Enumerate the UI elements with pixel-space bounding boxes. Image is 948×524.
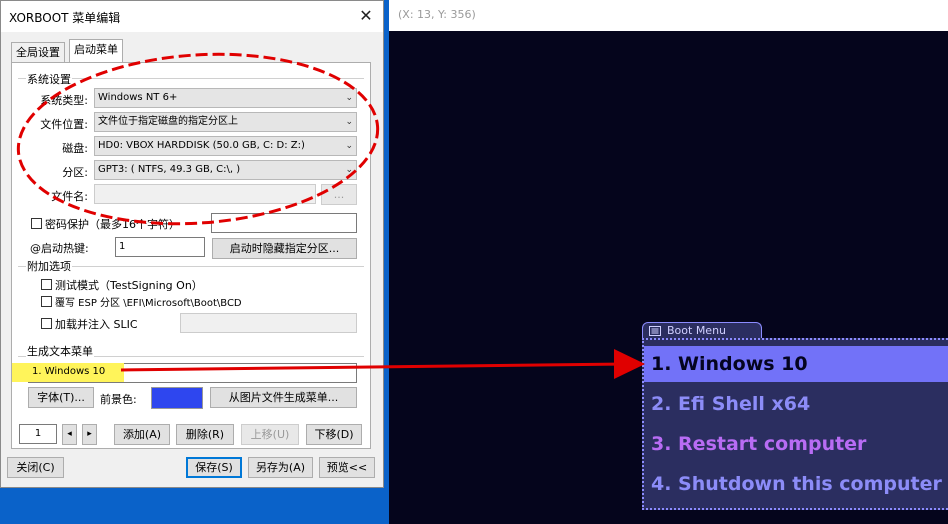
generate-from-image-button[interactable]: 从图片文件生成菜单...	[210, 387, 357, 408]
file-location-select[interactable]: 文件位于指定磁盘的指定分区上 ⌄	[94, 112, 357, 132]
item-index-input[interactable]: 1	[19, 424, 57, 444]
boot-menu-title: Boot Menu	[667, 324, 727, 337]
partition-label: 分区:	[62, 166, 88, 179]
testsigning-checkbox[interactable]	[41, 279, 52, 290]
next-icon[interactable]: ▸	[82, 424, 97, 445]
file-location-value: 文件位于指定磁盘的指定分区上	[98, 116, 238, 127]
dialog-title: XORBOOT 菜单编辑	[9, 11, 121, 25]
partition-select[interactable]: GPT3: ( NTFS, 49.3 GB, C:\, ) ⌄	[94, 160, 357, 180]
chevron-down-icon: ⌄	[345, 165, 353, 175]
move-down-button[interactable]: 下移(D)	[306, 424, 362, 445]
move-up-button[interactable]: 上移(U)	[241, 424, 299, 445]
hotkey-input[interactable]: 1	[115, 237, 205, 257]
foreground-color-swatch[interactable]	[151, 387, 203, 409]
testsigning-label: 测试模式（TestSigning On）	[55, 279, 203, 292]
chevron-down-icon: ⌄	[345, 117, 353, 127]
add-button[interactable]: 添加(A)	[114, 424, 170, 445]
save-as-button[interactable]: 另存为(A)	[248, 457, 313, 478]
boot-menu-item-3[interactable]: 3. Restart computer	[644, 426, 948, 462]
esp-checkbox[interactable]	[41, 296, 52, 307]
esp-label: 覆写 ESP 分区 \EFI\Microsoft\Boot\BCD	[55, 298, 242, 309]
tab-boot-menu[interactable]: 启动菜单	[69, 39, 123, 62]
title-bar[interactable]: XORBOOT 菜单编辑 ✕	[1, 1, 383, 32]
hotkey-label: @启动热键:	[30, 242, 89, 255]
filename-label: 文件名:	[51, 190, 88, 203]
coordinates-readout: (X: 13, Y: 356)	[398, 8, 476, 21]
boot-menu-panel: 1. Windows 10 2. Efi Shell x64 3. Restar…	[642, 338, 948, 510]
menu-item-value: 1. Windows 10	[32, 366, 106, 377]
menu-editor-dialog: XORBOOT 菜单编辑 ✕ 全局设置 启动菜单 系统设置 系统类型: Wind…	[0, 0, 384, 488]
os-type-select[interactable]: Windows NT 6+ ⌄	[94, 88, 357, 108]
os-type-value: Windows NT 6+	[98, 92, 178, 103]
password-input[interactable]	[211, 213, 357, 233]
disk-value: HD0: VBOX HARDDISK (50.0 GB, C: D: Z:)	[98, 140, 305, 151]
chevron-down-icon: ⌄	[345, 141, 353, 151]
system-settings-label: 系统设置	[26, 71, 72, 87]
disk-label: 磁盘:	[62, 142, 88, 155]
disk-select[interactable]: HD0: VBOX HARDDISK (50.0 GB, C: D: Z:) ⌄	[94, 136, 357, 156]
chevron-down-icon: ⌄	[345, 93, 353, 103]
foreground-label: 前景色:	[100, 393, 137, 406]
boot-menu-tab: Boot Menu	[642, 322, 762, 339]
extra-options-label: 附加选项	[26, 258, 72, 274]
os-type-label: 系统类型:	[40, 94, 88, 107]
close-button[interactable]: 关闭(C)	[7, 457, 64, 478]
preview-header: (X: 13, Y: 356)	[389, 0, 948, 31]
font-button[interactable]: 字体(T)...	[28, 387, 94, 408]
boot-menu-item-2[interactable]: 2. Efi Shell x64	[644, 386, 948, 422]
tab-global-settings[interactable]: 全局设置	[11, 42, 65, 62]
password-checkbox[interactable]	[31, 218, 42, 229]
preview-button[interactable]: 预览<<	[319, 457, 375, 478]
filename-input[interactable]	[94, 184, 316, 204]
file-location-label: 文件位置:	[40, 118, 88, 131]
slic-checkbox[interactable]	[41, 318, 52, 329]
hide-partition-button[interactable]: 启动时隐藏指定分区...	[212, 238, 357, 259]
menu-icon	[649, 326, 661, 336]
text-menu-label: 生成文本菜单	[26, 343, 94, 359]
partition-value: GPT3: ( NTFS, 49.3 GB, C:\, )	[98, 164, 241, 175]
save-button[interactable]: 保存(S)	[186, 457, 242, 478]
boot-menu-panel: 系统设置 系统类型: Windows NT 6+ ⌄ 文件位置: 文件位于指定磁…	[11, 62, 371, 449]
delete-button[interactable]: 删除(R)	[176, 424, 234, 445]
screen: XORBOOT 菜单编辑 ✕ 全局设置 启动菜单 系统设置 系统类型: Wind…	[0, 0, 948, 524]
close-icon[interactable]: ✕	[353, 3, 379, 29]
boot-menu-item-1[interactable]: 1. Windows 10	[644, 346, 948, 382]
preview-canvas[interactable]: Boot Menu 1. Windows 10 2. Efi Shell x64…	[389, 31, 948, 524]
slic-input[interactable]	[180, 313, 357, 333]
browse-button[interactable]: ...	[321, 184, 357, 205]
slic-label: 加载并注入 SLIC	[55, 318, 138, 331]
password-label: 密码保护（最多16个字符）	[45, 218, 180, 231]
prev-icon[interactable]: ◂	[62, 424, 77, 445]
boot-menu-item-4[interactable]: 4. Shutdown this computer	[644, 466, 948, 502]
